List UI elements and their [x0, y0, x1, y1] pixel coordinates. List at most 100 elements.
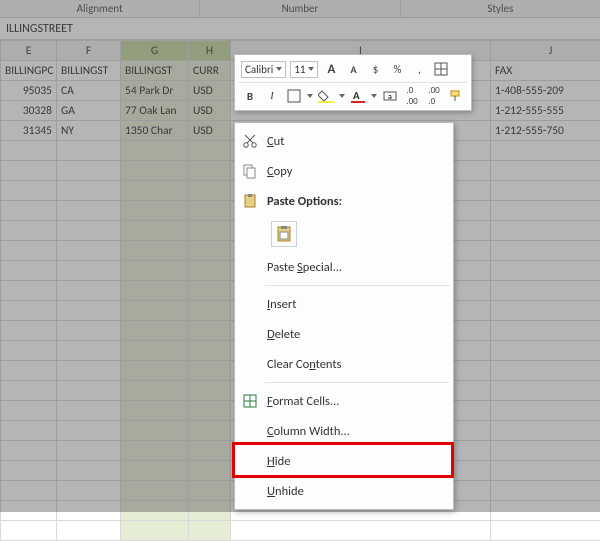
- decrease-font-icon[interactable]: A: [344, 60, 362, 78]
- cell[interactable]: [121, 161, 189, 181]
- cell[interactable]: [189, 361, 231, 381]
- font-size-select[interactable]: 11: [290, 61, 318, 78]
- cell[interactable]: [1, 261, 57, 281]
- cell[interactable]: BILLINGST: [57, 61, 121, 81]
- cell[interactable]: [1, 321, 57, 341]
- cell[interactable]: 30328: [1, 101, 57, 121]
- cell[interactable]: [491, 221, 600, 241]
- cell[interactable]: [189, 161, 231, 181]
- cell[interactable]: [121, 481, 189, 501]
- cell[interactable]: [57, 341, 121, 361]
- cell[interactable]: [1, 361, 57, 381]
- cell[interactable]: [57, 501, 121, 521]
- cell[interactable]: [1, 481, 57, 501]
- column-header-G[interactable]: G: [121, 41, 189, 61]
- menu-clear-contents[interactable]: Clear Contents: [235, 349, 453, 379]
- increase-font-icon[interactable]: A: [322, 60, 340, 78]
- cell[interactable]: USD: [189, 81, 231, 101]
- cell[interactable]: [491, 501, 600, 521]
- cell[interactable]: [1, 401, 57, 421]
- cell[interactable]: 1-212-555-750: [491, 121, 600, 141]
- menu-format-cells[interactable]: Format Cells...: [235, 386, 453, 416]
- border-icon[interactable]: [432, 60, 450, 78]
- cell[interactable]: [1, 201, 57, 221]
- cell[interactable]: [1, 441, 57, 461]
- menu-column-width[interactable]: Column Width...: [235, 416, 453, 446]
- cell[interactable]: [491, 381, 600, 401]
- cell[interactable]: [491, 521, 600, 541]
- cell[interactable]: [189, 141, 231, 161]
- cell[interactable]: [189, 461, 231, 481]
- cell[interactable]: [189, 281, 231, 301]
- cell[interactable]: [121, 321, 189, 341]
- menu-delete[interactable]: Delete: [235, 319, 453, 349]
- cell[interactable]: [189, 261, 231, 281]
- increase-decimal-button[interactable]: .0.00: [403, 87, 421, 105]
- cell[interactable]: [491, 161, 600, 181]
- cell[interactable]: [491, 341, 600, 361]
- cell[interactable]: [1, 221, 57, 241]
- cell[interactable]: [121, 441, 189, 461]
- cell[interactable]: [57, 321, 121, 341]
- cell[interactable]: [57, 521, 121, 541]
- cell[interactable]: [491, 421, 600, 441]
- menu-hide[interactable]: Hide: [235, 446, 453, 476]
- percent-icon[interactable]: %: [388, 60, 406, 78]
- cell[interactable]: [491, 321, 600, 341]
- cell[interactable]: [57, 301, 121, 321]
- cell[interactable]: [189, 341, 231, 361]
- cell[interactable]: [189, 181, 231, 201]
- cell[interactable]: [121, 401, 189, 421]
- menu-paste-special[interactable]: Paste Special...: [235, 252, 453, 282]
- cell[interactable]: [121, 301, 189, 321]
- cell[interactable]: [121, 281, 189, 301]
- cell[interactable]: [189, 301, 231, 321]
- cell[interactable]: CURR: [189, 61, 231, 81]
- cell[interactable]: 1-212-555-555: [491, 101, 600, 121]
- cell[interactable]: [1, 341, 57, 361]
- cell[interactable]: [57, 261, 121, 281]
- cell[interactable]: [189, 481, 231, 501]
- cell[interactable]: [189, 521, 231, 541]
- cell[interactable]: [1, 421, 57, 441]
- cell[interactable]: [1, 381, 57, 401]
- cell[interactable]: [121, 201, 189, 221]
- cell[interactable]: [57, 221, 121, 241]
- decrease-decimal-button[interactable]: .00.0: [425, 87, 443, 105]
- cell[interactable]: [1, 241, 57, 261]
- cell[interactable]: GA: [57, 101, 121, 121]
- cell[interactable]: [491, 241, 600, 261]
- cell[interactable]: [121, 241, 189, 261]
- cell[interactable]: [231, 521, 491, 541]
- cell[interactable]: 95035: [1, 81, 57, 101]
- cell[interactable]: [57, 481, 121, 501]
- cell[interactable]: [57, 201, 121, 221]
- borders-button[interactable]: [285, 87, 303, 105]
- cell[interactable]: [491, 281, 600, 301]
- cell[interactable]: [121, 261, 189, 281]
- merge-center-button[interactable]: a: [381, 87, 399, 105]
- cell[interactable]: USD: [189, 101, 231, 121]
- column-header-J[interactable]: J: [491, 41, 600, 61]
- cell[interactable]: NY: [57, 121, 121, 141]
- cell[interactable]: [1, 461, 57, 481]
- cell[interactable]: BILLINGPC: [1, 61, 57, 81]
- cell[interactable]: [189, 401, 231, 421]
- italic-button[interactable]: I: [263, 87, 281, 105]
- cell[interactable]: [491, 301, 600, 321]
- cell[interactable]: [57, 461, 121, 481]
- cell[interactable]: 54 Park Dr: [121, 81, 189, 101]
- cell[interactable]: [57, 181, 121, 201]
- cell[interactable]: [1, 301, 57, 321]
- cell[interactable]: 31345: [1, 121, 57, 141]
- cell[interactable]: BILLINGST: [121, 61, 189, 81]
- cell[interactable]: [491, 481, 600, 501]
- menu-insert[interactable]: Insert: [235, 289, 453, 319]
- cell[interactable]: [1, 281, 57, 301]
- cell[interactable]: [189, 201, 231, 221]
- name-box[interactable]: ILLINGSTREET: [0, 18, 600, 40]
- cell[interactable]: USD: [189, 121, 231, 141]
- cell[interactable]: [57, 381, 121, 401]
- cell[interactable]: [121, 521, 189, 541]
- cell[interactable]: [57, 361, 121, 381]
